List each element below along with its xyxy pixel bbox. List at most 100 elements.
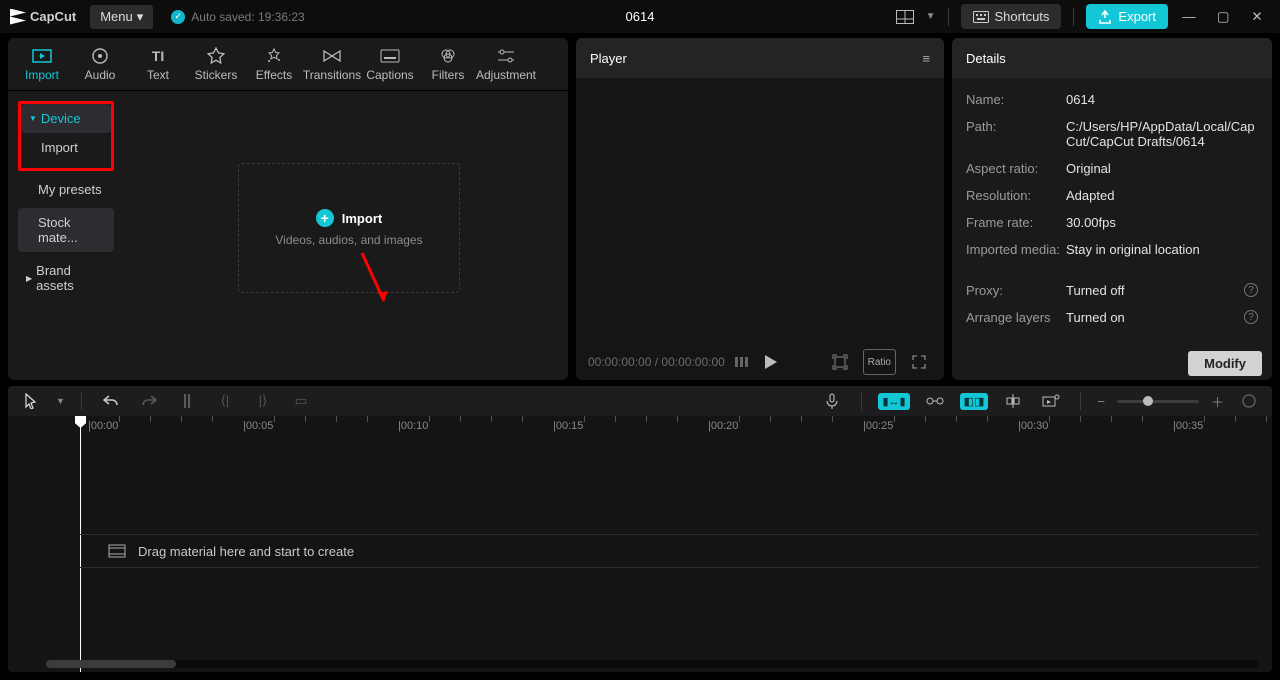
split-button[interactable] [174, 388, 200, 414]
menu-label: Menu [100, 9, 133, 24]
ruler-mark: |00:20 [708, 420, 738, 432]
autosave-label: Auto saved: 19:36:23 [191, 10, 304, 24]
scale-button[interactable] [827, 349, 853, 375]
maximize-button[interactable]: ▢ [1210, 4, 1236, 30]
tab-import[interactable]: Import [14, 42, 70, 90]
preview-quality-icon[interactable] [735, 357, 748, 367]
detail-value: Adapted [1066, 188, 1114, 203]
menu-icon[interactable]: ≡ [922, 51, 930, 66]
import-tab-icon [32, 48, 52, 64]
detail-value: Original [1066, 161, 1111, 176]
minimize-button[interactable]: — [1176, 4, 1202, 30]
info-icon[interactable]: ? [1244, 310, 1258, 324]
player-viewport [576, 78, 944, 344]
undo-button[interactable] [98, 388, 124, 414]
tree-item-import[interactable]: Import [21, 133, 111, 162]
redo-button[interactable] [136, 388, 162, 414]
snap-toggle[interactable]: ◧◨ [960, 393, 989, 410]
trim-right-button[interactable]: |⟩ [250, 388, 276, 414]
chevron-down-icon[interactable]: ▼ [56, 396, 65, 406]
app-logo: CapCut [10, 9, 76, 25]
player-controls: 00:00:00:00 / 00:00:00:00 Ratio [576, 344, 944, 380]
tab-text[interactable]: TI Text [130, 42, 186, 90]
chevron-down-icon: ▾ [137, 9, 144, 25]
import-title: Import [342, 211, 382, 226]
ratio-button[interactable]: Ratio [863, 349, 896, 375]
export-label: Export [1118, 9, 1156, 24]
export-button[interactable]: Export [1086, 4, 1168, 29]
detail-key: Resolution: [966, 188, 1066, 203]
import-dropzone[interactable]: + Import Videos, audios, and images [238, 163, 460, 293]
details-panel: Details Name:0614 Path:C:/Users/HP/AppDa… [952, 38, 1272, 380]
zoom-out-icon[interactable]: − [1097, 394, 1105, 409]
horizontal-scrollbar[interactable] [46, 660, 1258, 668]
tab-audio[interactable]: Audio [72, 42, 128, 90]
play-button[interactable] [758, 349, 784, 375]
delete-button[interactable]: ▭ [288, 388, 314, 414]
text-icon: TI [148, 48, 168, 64]
player-panel: Player ≡ 00:00:00:00 / 00:00:00:00 Ratio [576, 38, 944, 380]
divider [1073, 8, 1074, 26]
ruler-mark: |00:25 [863, 420, 893, 432]
media-top-tabs: Import Audio TI Text Stickers Effects Tr… [8, 38, 568, 91]
chevron-down-icon: ▼ [29, 114, 37, 123]
tab-effects[interactable]: Effects [246, 42, 302, 90]
title-bar: CapCut Menu ▾ ✓ Auto saved: 19:36:23 061… [0, 0, 1280, 34]
layout-button[interactable] [892, 4, 918, 30]
captions-icon [380, 48, 400, 64]
ruler-mark: |00:05 [243, 420, 273, 432]
app-name: CapCut [30, 9, 76, 24]
close-button[interactable]: ✕ [1244, 4, 1270, 30]
detail-value: 0614 [1066, 92, 1095, 107]
detail-key: Path: [966, 119, 1066, 149]
ruler-mark: |00:35 [1173, 420, 1203, 432]
tree-item-stock[interactable]: Stock mate... [18, 208, 114, 252]
select-tool[interactable] [18, 388, 44, 414]
info-icon[interactable]: ? [1244, 283, 1258, 297]
zoom-slider[interactable] [1117, 400, 1199, 403]
timeline-hint-label: Drag material here and start to create [138, 544, 354, 559]
fullscreen-button[interactable] [906, 349, 932, 375]
filters-icon [438, 48, 458, 64]
export-icon [1098, 10, 1112, 24]
ruler-mark: |00:00 [88, 420, 118, 432]
trim-left-button[interactable]: ⟨| [212, 388, 238, 414]
tab-transitions[interactable]: Transitions [304, 42, 360, 90]
modify-button[interactable]: Modify [1188, 351, 1262, 376]
tree-item-brand[interactable]: ▶ Brand assets [18, 256, 114, 300]
tab-stickers[interactable]: Stickers [188, 42, 244, 90]
detail-value: 30.00fps [1066, 215, 1116, 230]
autosave-status: ✓ Auto saved: 19:36:23 [171, 10, 304, 24]
detail-value: C:/Users/HP/AppData/Local/CapCut/CapCut … [1066, 119, 1258, 149]
magnetic-toggle[interactable]: ▮↔▮ [878, 393, 909, 410]
tree-item-device[interactable]: ▼ Device [21, 104, 111, 133]
divider [81, 392, 82, 410]
tree-label: Brand assets [36, 263, 106, 293]
detail-value: Turned on [1066, 310, 1125, 325]
detail-key: Aspect ratio: [966, 161, 1066, 176]
details-header: Details [952, 38, 1272, 78]
timeline[interactable]: |00:00|00:05|00:10|00:15|00:20|00:25|00:… [8, 416, 1272, 672]
ruler-mark: |00:10 [398, 420, 428, 432]
tab-captions[interactable]: Captions [362, 42, 418, 90]
details-title: Details [966, 51, 1006, 66]
detail-value: Stay in original location [1066, 242, 1200, 257]
tab-filters[interactable]: Filters [420, 42, 476, 90]
detail-key: Imported media: [966, 242, 1066, 257]
menu-button[interactable]: Menu ▾ [90, 5, 153, 29]
mic-button[interactable] [819, 388, 845, 414]
divider [948, 8, 949, 26]
zoom-in-icon[interactable]: ＋ [1211, 392, 1224, 411]
detail-key: Frame rate: [966, 215, 1066, 230]
player-header: Player ≡ [576, 38, 944, 78]
tab-adjustment[interactable]: Adjustment [478, 42, 534, 90]
preview-render-button[interactable] [1038, 388, 1064, 414]
timeline-ruler[interactable]: |00:00|00:05|00:10|00:15|00:20|00:25|00:… [80, 416, 1272, 440]
tree-item-presets[interactable]: My presets [18, 175, 114, 204]
align-button[interactable] [1000, 388, 1026, 414]
zoom-fit-button[interactable] [1236, 388, 1262, 414]
divider [861, 392, 862, 410]
shortcuts-button[interactable]: Shortcuts [961, 4, 1062, 29]
tree-label: Import [41, 140, 78, 155]
link-toggle[interactable] [922, 388, 948, 414]
